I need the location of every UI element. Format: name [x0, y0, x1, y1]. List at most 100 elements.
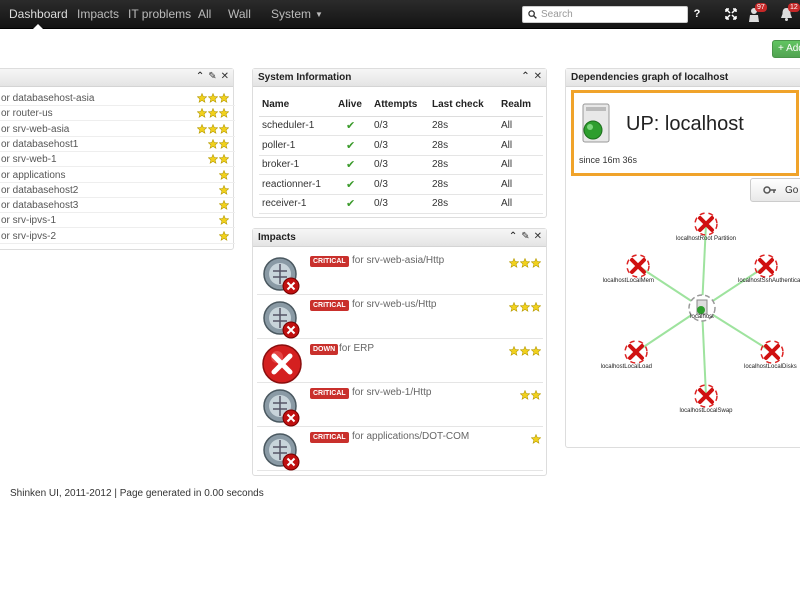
priority-row[interactable]: or srv-ipvs-2	[0, 229, 235, 244]
star-icon	[208, 154, 218, 165]
checkmark-icon: ✔	[346, 178, 356, 191]
impact-stars	[508, 345, 541, 359]
state-badge: DOWN	[310, 344, 339, 355]
alerts-count-badge: 12	[788, 3, 800, 12]
checkmark-icon: ✔	[346, 159, 356, 172]
impact-stars	[508, 301, 541, 315]
star-icon	[208, 93, 218, 103]
chevron-up-icon[interactable]: ⌃	[509, 231, 517, 242]
cell-attempts: 0/3	[371, 174, 429, 195]
cell-alive: ✔	[335, 194, 371, 214]
impact-row[interactable]: DOWN for ERP	[257, 339, 543, 384]
edit-icon[interactable]: ✎	[208, 71, 216, 82]
impact-text: for srv-web-1/Http	[352, 387, 432, 398]
cell-alive: ✔	[335, 155, 371, 175]
close-icon[interactable]: ✕	[534, 231, 542, 242]
nav-all[interactable]: All	[198, 0, 211, 29]
graph-node-critical[interactable]	[754, 254, 778, 278]
impact-stars	[508, 257, 541, 271]
cell-realm: All	[498, 155, 543, 175]
priority-row[interactable]: or databasehost-asia	[0, 91, 235, 106]
graph-node-critical[interactable]	[626, 254, 650, 278]
cell-attempts: 0/3	[371, 116, 429, 136]
graph-node-critical[interactable]	[624, 340, 648, 364]
nav-dashboard[interactable]: Dashboard	[9, 0, 68, 29]
impacts-header: Impacts ⌃ ✎ ✕	[253, 229, 546, 247]
impact-text: for srv-web-asia/Http	[352, 255, 445, 266]
priority-row[interactable]: or srv-web-1	[0, 152, 235, 168]
table-row: scheduler-1 ✔ 0/3 28s All	[259, 116, 543, 136]
nav-system[interactable]: System ▼	[271, 0, 323, 29]
widget-controls: ⌃ ✕	[517, 71, 542, 82]
nav-system-label: System	[271, 7, 312, 21]
state-badge: CRITICAL	[310, 432, 349, 443]
star-icon	[208, 108, 218, 119]
star-icon	[531, 434, 541, 444]
priority-row-label: or srv-ipvs-2	[1, 230, 57, 242]
graph-node-label: localhostLocalMem	[603, 278, 654, 284]
priority-row[interactable]: or databasehost2	[0, 183, 235, 198]
impact-row[interactable]: CRITICAL for srv-web-1/Http	[257, 383, 543, 427]
impact-stars	[519, 389, 541, 403]
star-icon	[208, 138, 218, 149]
footer-text: Shinken UI, 2011-2012 | Page generated i…	[10, 488, 264, 499]
table-row: receiver-1 ✔ 0/3 28s All	[259, 194, 543, 214]
graph-node-label: localhostLocalLoad	[601, 364, 652, 370]
caret-down-icon: ▼	[315, 10, 323, 19]
star-icon	[531, 258, 541, 268]
nav-it-problems[interactable]: IT problems	[128, 0, 191, 29]
priority-row[interactable]: or srv-ipvs-1	[0, 213, 235, 229]
priority-row-label: or applications	[1, 169, 66, 181]
close-icon[interactable]: ✕	[534, 71, 542, 82]
table-header-row: Name Alive Attempts Last check Realm	[259, 94, 543, 117]
help-icon[interactable]: ?	[692, 8, 702, 20]
graph-node-label: localhostRoot Partition	[676, 236, 736, 242]
star-icon	[509, 258, 519, 268]
priority-row[interactable]: or databasehost1	[0, 137, 235, 152]
add-widget-button[interactable]: + Add	[772, 40, 800, 58]
go-button[interactable]: Go	[750, 178, 800, 202]
impact-stars	[530, 433, 541, 447]
nav-wall[interactable]: Wall	[228, 0, 251, 29]
col-alive: Alive	[335, 94, 371, 117]
table-row: broker-1 ✔ 0/3 28s All	[259, 155, 543, 175]
state-badge: CRITICAL	[310, 300, 349, 311]
table-row: reactionner-1 ✔ 0/3 28s All	[259, 174, 543, 195]
chevron-up-icon[interactable]: ⌃	[521, 71, 529, 82]
service-critical-icon	[263, 301, 300, 339]
star-icon	[520, 258, 530, 268]
star-icon	[520, 302, 530, 312]
priority-row[interactable]: or applications	[0, 168, 235, 183]
chevron-up-icon[interactable]: ⌃	[196, 71, 204, 82]
fullscreen-icon[interactable]	[725, 8, 737, 20]
impact-row[interactable]: CRITICAL for applications/DOT-COM	[257, 427, 543, 471]
top-navbar: Dashboard Impacts IT problems All Wall S…	[0, 0, 800, 29]
edit-icon[interactable]: ✎	[521, 231, 529, 242]
host-status-since: since 16m 36s	[579, 155, 638, 165]
graph-node-critical[interactable]	[760, 340, 784, 364]
cell-alive: ✔	[335, 116, 371, 136]
priority-row[interactable]: or databasehost3	[0, 198, 235, 214]
priority-widget: ⌃ ✎ ✕ or databasehost-asia or router-us or s…	[0, 68, 235, 250]
nav-impacts[interactable]: Impacts	[77, 0, 119, 29]
impacts-title: Impacts	[258, 232, 296, 243]
impact-row[interactable]: CRITICAL for srv-web-asia/Http	[257, 251, 543, 295]
server-icon	[582, 103, 610, 143]
priority-row-label: or databasehost2	[1, 184, 79, 196]
search-input[interactable]	[541, 7, 685, 22]
star-icon	[219, 184, 229, 195]
priority-row-label: or srv-ipvs-1	[1, 215, 57, 227]
priority-row-label: or databasehost3	[1, 200, 79, 212]
col-realm: Realm	[498, 94, 543, 117]
graph-node-label: localhostSshAuthentication	[738, 278, 800, 284]
priority-row[interactable]: or srv-web-asia	[0, 122, 235, 137]
cell-realm: All	[498, 174, 543, 195]
priority-row-label: or router-us	[1, 108, 53, 120]
cell-realm: All	[498, 116, 543, 136]
service-critical-icon	[263, 433, 300, 471]
dependencies-title: Dependencies graph of localhost	[571, 72, 729, 83]
priority-row[interactable]: or router-us	[0, 106, 235, 122]
cell-name: receiver-1	[259, 194, 335, 214]
close-icon[interactable]: ✕	[221, 71, 229, 82]
impact-row[interactable]: CRITICAL for srv-web-us/Http	[257, 295, 543, 339]
